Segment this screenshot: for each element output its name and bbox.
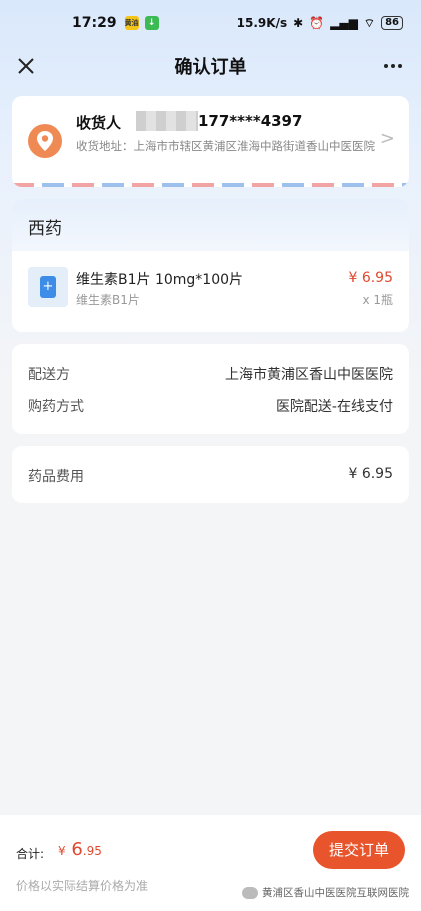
status-time: 17:29 <box>72 15 117 31</box>
section-title: 西药 <box>12 199 409 251</box>
medicine-card: 西药 + 维生素B1片 10mg*100片 维生素B1片 ¥ 6.95 x 1瓶 <box>12 199 409 332</box>
wifi-icon: ⌔ <box>363 15 376 30</box>
provider-row: 配送方 上海市黄浦区香山中医医院 <box>28 364 393 384</box>
receiver-name-masked <box>136 111 198 131</box>
more-icon[interactable] <box>379 52 407 80</box>
medicine-bottle-icon: + <box>40 276 56 298</box>
wechat-icon <box>242 886 258 899</box>
submit-order-button[interactable]: 提交订单 <box>313 831 405 869</box>
chevron-right-icon: > <box>379 128 395 149</box>
app-notification-icon: 黄油 <box>124 16 139 30</box>
fee-row: 药品费用 ¥ 6.95 <box>28 466 393 486</box>
total-int: 6 <box>71 839 83 860</box>
total-amount: ¥ 6.95 <box>58 839 102 860</box>
page-title: 确认订单 <box>174 57 247 78</box>
medicine-subtitle: 维生素B1片 <box>76 293 140 307</box>
alarm-icon: ⏰ <box>309 16 325 30</box>
location-pin-icon <box>28 124 62 158</box>
medicine-price: ¥ 6.95 <box>348 270 393 286</box>
medicine-qty: x 1瓶 <box>362 293 393 307</box>
envelope-stripe <box>12 183 409 187</box>
delivery-card: 配送方 上海市黄浦区香山中医医院 购药方式 医院配送-在线支付 <box>12 344 409 434</box>
fee-value: ¥ 6.95 <box>348 466 393 482</box>
download-icon: ↓ <box>144 16 159 30</box>
status-right: 15.9K/s ✱ ⏰ ▂▄▆ ⌔ 86 <box>237 16 403 31</box>
net-speed: 15.9K/s <box>236 16 288 30</box>
address-line: 收货地址：上海市市辖区黄浦区淮海中路街道香山中医医院 <box>76 139 375 153</box>
close-icon[interactable] <box>12 52 40 80</box>
watermark: 黄浦区香山中医医院互联网医院 <box>242 885 409 900</box>
receiver-phone: 177****4397 <box>198 112 303 130</box>
bottom-bar: 合计: ¥ 6.95 价格以实际结算价格为准 提交订单 黄浦区香山中医医院互联网… <box>0 815 421 911</box>
battery-icon: 86 <box>381 16 403 30</box>
medicine-name: 维生素B1片 10mg*100片 <box>76 272 244 288</box>
price-note: 价格以实际结算价格为准 <box>16 879 149 893</box>
method-value: 医院配送-在线支付 <box>275 399 393 415</box>
medicine-image: + <box>28 267 68 307</box>
address-card[interactable]: 收货人 177****4397 收货地址：上海市市辖区黄浦区淮海中路街道香山中医… <box>12 96 409 187</box>
signal-icon: ▂▄▆ <box>330 16 358 30</box>
fee-card: 药品费用 ¥ 6.95 <box>12 446 409 503</box>
method-label: 购药方式 <box>28 399 84 415</box>
receiver-label: 收货人 <box>76 114 122 132</box>
total-dec: .95 <box>82 844 102 858</box>
bluetooth-icon: ✱ <box>293 16 304 30</box>
fee-label: 药品费用 <box>28 469 84 485</box>
total-label: 合计: <box>16 847 45 861</box>
total-currency: ¥ <box>58 844 66 858</box>
status-bar: 17:29 黄油 ↓ 15.9K/s ✱ ⏰ ▂▄▆ ⌔ 86 <box>0 0 421 46</box>
provider-label: 配送方 <box>28 367 70 383</box>
method-row: 购药方式 医院配送-在线支付 <box>28 396 393 416</box>
nav-bar: 确认订单 <box>0 46 421 86</box>
provider-value: 上海市黄浦区香山中医医院 <box>225 367 393 383</box>
watermark-text: 黄浦区香山中医医院互联网医院 <box>262 887 409 899</box>
